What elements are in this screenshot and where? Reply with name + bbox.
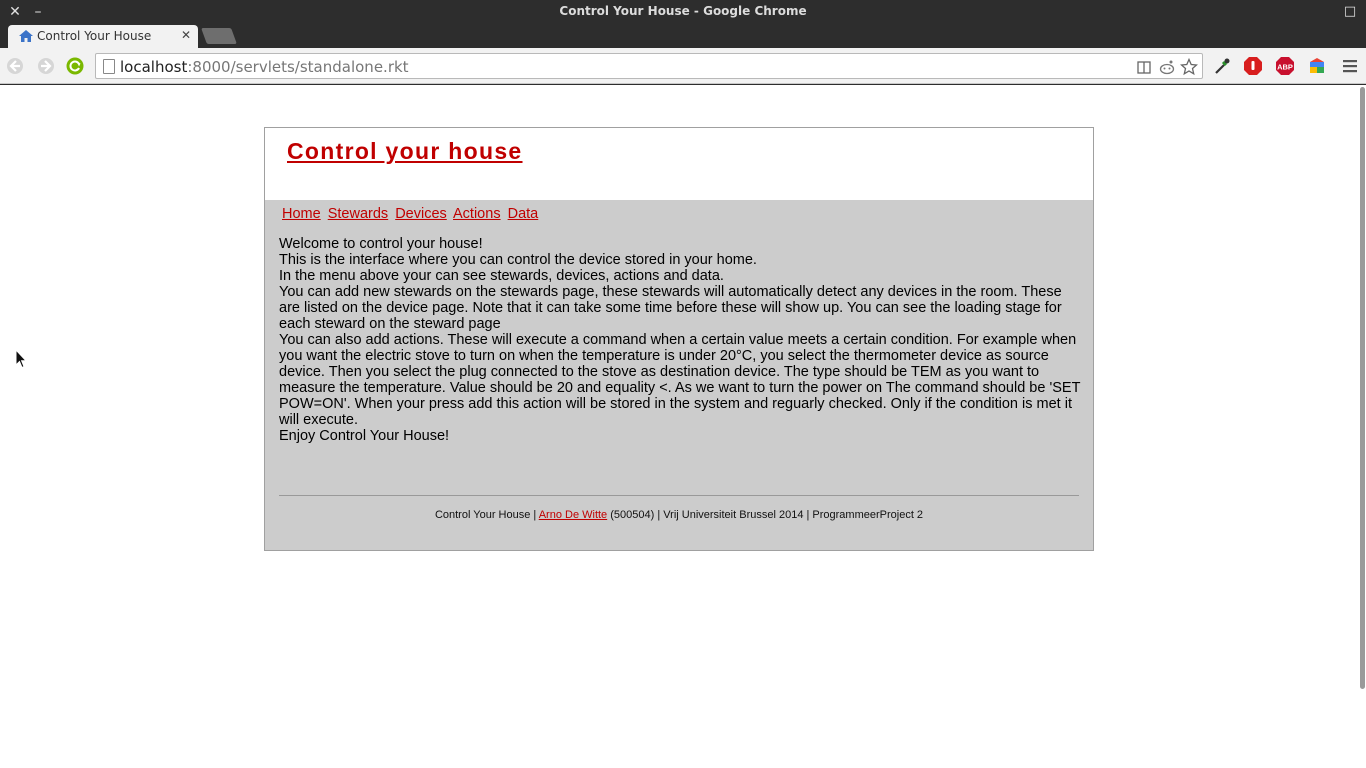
- url-text[interactable]: localhost:8000/servlets/standalone.rkt: [120, 58, 409, 76]
- footer-prefix: Control Your House |: [434, 509, 539, 521]
- page-viewport: Control your house Home Stewards Devices…: [0, 85, 1366, 768]
- tab-strip: Control Your House ✕: [0, 24, 1366, 48]
- tab-label: Control Your House: [37, 29, 152, 43]
- page-footer: Control Your House | Arno De Witte (5005…: [279, 509, 1079, 521]
- page-header: Control your house: [265, 128, 1093, 200]
- window-maximize-button[interactable]: □: [1342, 4, 1358, 20]
- footer-divider: [279, 495, 1079, 496]
- page-icon: [103, 59, 115, 74]
- reload-icon[interactable]: [65, 56, 85, 76]
- eyedropper-icon[interactable]: [1212, 56, 1232, 76]
- reader-mode-icon[interactable]: [1136, 58, 1154, 76]
- svg-text:ABP: ABP: [1277, 63, 1293, 72]
- closing-line: Enjoy Control Your House!: [279, 428, 450, 444]
- address-bar[interactable]: localhost:8000/servlets/standalone.rkt: [95, 53, 1203, 79]
- mouse-cursor-icon: [15, 349, 27, 369]
- browser-toolbar: localhost:8000/servlets/standalone.rkt A…: [0, 48, 1366, 84]
- stewards-description: You can add new stewards on the stewards…: [279, 284, 1062, 332]
- colorful-extension-icon[interactable]: [1307, 56, 1327, 76]
- scrollbar-thumb[interactable]: [1360, 87, 1365, 689]
- chrome-menu-icon[interactable]: [1340, 56, 1360, 76]
- page-scrollbar[interactable]: [1358, 85, 1366, 768]
- welcome-content: Welcome to control your house! This is t…: [279, 236, 1081, 444]
- window-titlebar: ✕ – Control Your House - Google Chrome □: [0, 0, 1366, 24]
- menu-item-devices[interactable]: Devices: [395, 206, 447, 222]
- menu-description: In the menu above your can see stewards,…: [279, 268, 724, 284]
- actions-description: You can also add actions. These will exe…: [279, 332, 1081, 428]
- footer-suffix: (500504) | Vrij Universiteit Brussel 201…: [607, 509, 924, 521]
- home-icon: [19, 30, 33, 42]
- intro-line: This is the interface where you can cont…: [279, 252, 757, 268]
- reddit-icon[interactable]: [1158, 58, 1176, 76]
- page-container: Control your house Home Stewards Devices…: [264, 127, 1094, 551]
- abp-icon[interactable]: ABP: [1275, 56, 1295, 76]
- tab-close-icon[interactable]: ✕: [181, 28, 191, 42]
- menu-item-data[interactable]: Data: [508, 206, 539, 222]
- menu-item-stewards[interactable]: Stewards: [328, 206, 388, 222]
- new-tab-button[interactable]: [201, 28, 237, 44]
- main-menu: Home Stewards Devices Actions Data: [282, 206, 541, 222]
- tab-control-your-house[interactable]: Control Your House ✕: [8, 25, 198, 48]
- bookmark-star-icon[interactable]: [1180, 58, 1198, 76]
- author-link[interactable]: Arno De Witte: [539, 509, 607, 521]
- menu-item-actions[interactable]: Actions: [453, 206, 501, 222]
- site-title-link[interactable]: Control your house: [287, 138, 523, 165]
- adblock-stop-icon[interactable]: [1243, 56, 1263, 76]
- menu-item-home[interactable]: Home: [282, 206, 321, 222]
- forward-icon[interactable]: [36, 56, 56, 76]
- window-title: Control Your House - Google Chrome: [559, 4, 807, 18]
- welcome-line: Welcome to control your house!: [279, 236, 483, 252]
- back-icon[interactable]: [5, 56, 25, 76]
